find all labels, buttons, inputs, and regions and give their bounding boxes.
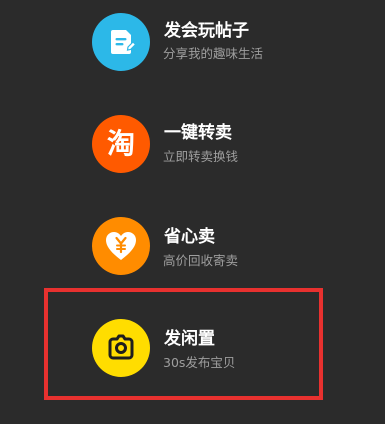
taobao-icon-glyph: 淘	[106, 127, 135, 160]
highlight-box	[44, 288, 323, 400]
menu-item-title: 一键转卖	[164, 123, 232, 143]
menu-item-subtitle: 立即转卖换钱	[163, 149, 239, 164]
menu-item-title: 省心卖	[164, 227, 215, 247]
menu-item-title: 发会玩帖子	[164, 21, 249, 41]
publish-menu: 发会玩帖子 分享我的趣味生活 淘 一键转卖 立即转卖换钱 省心卖 高价回收寄卖	[0, 0, 385, 424]
menu-item-subtitle: 高价回收寄卖	[163, 253, 239, 268]
menu-item-post[interactable]: 发会玩帖子 分享我的趣味生活	[0, 0, 385, 100]
yuan-heart-icon	[92, 217, 150, 275]
menu-item-consign[interactable]: 省心卖 高价回收寄卖	[0, 200, 385, 300]
menu-item-resell[interactable]: 淘 一键转卖 立即转卖换钱	[0, 100, 385, 200]
menu-item-subtitle: 分享我的趣味生活	[163, 46, 264, 61]
taobao-icon: 淘	[92, 115, 150, 173]
post-note-icon	[92, 13, 150, 71]
